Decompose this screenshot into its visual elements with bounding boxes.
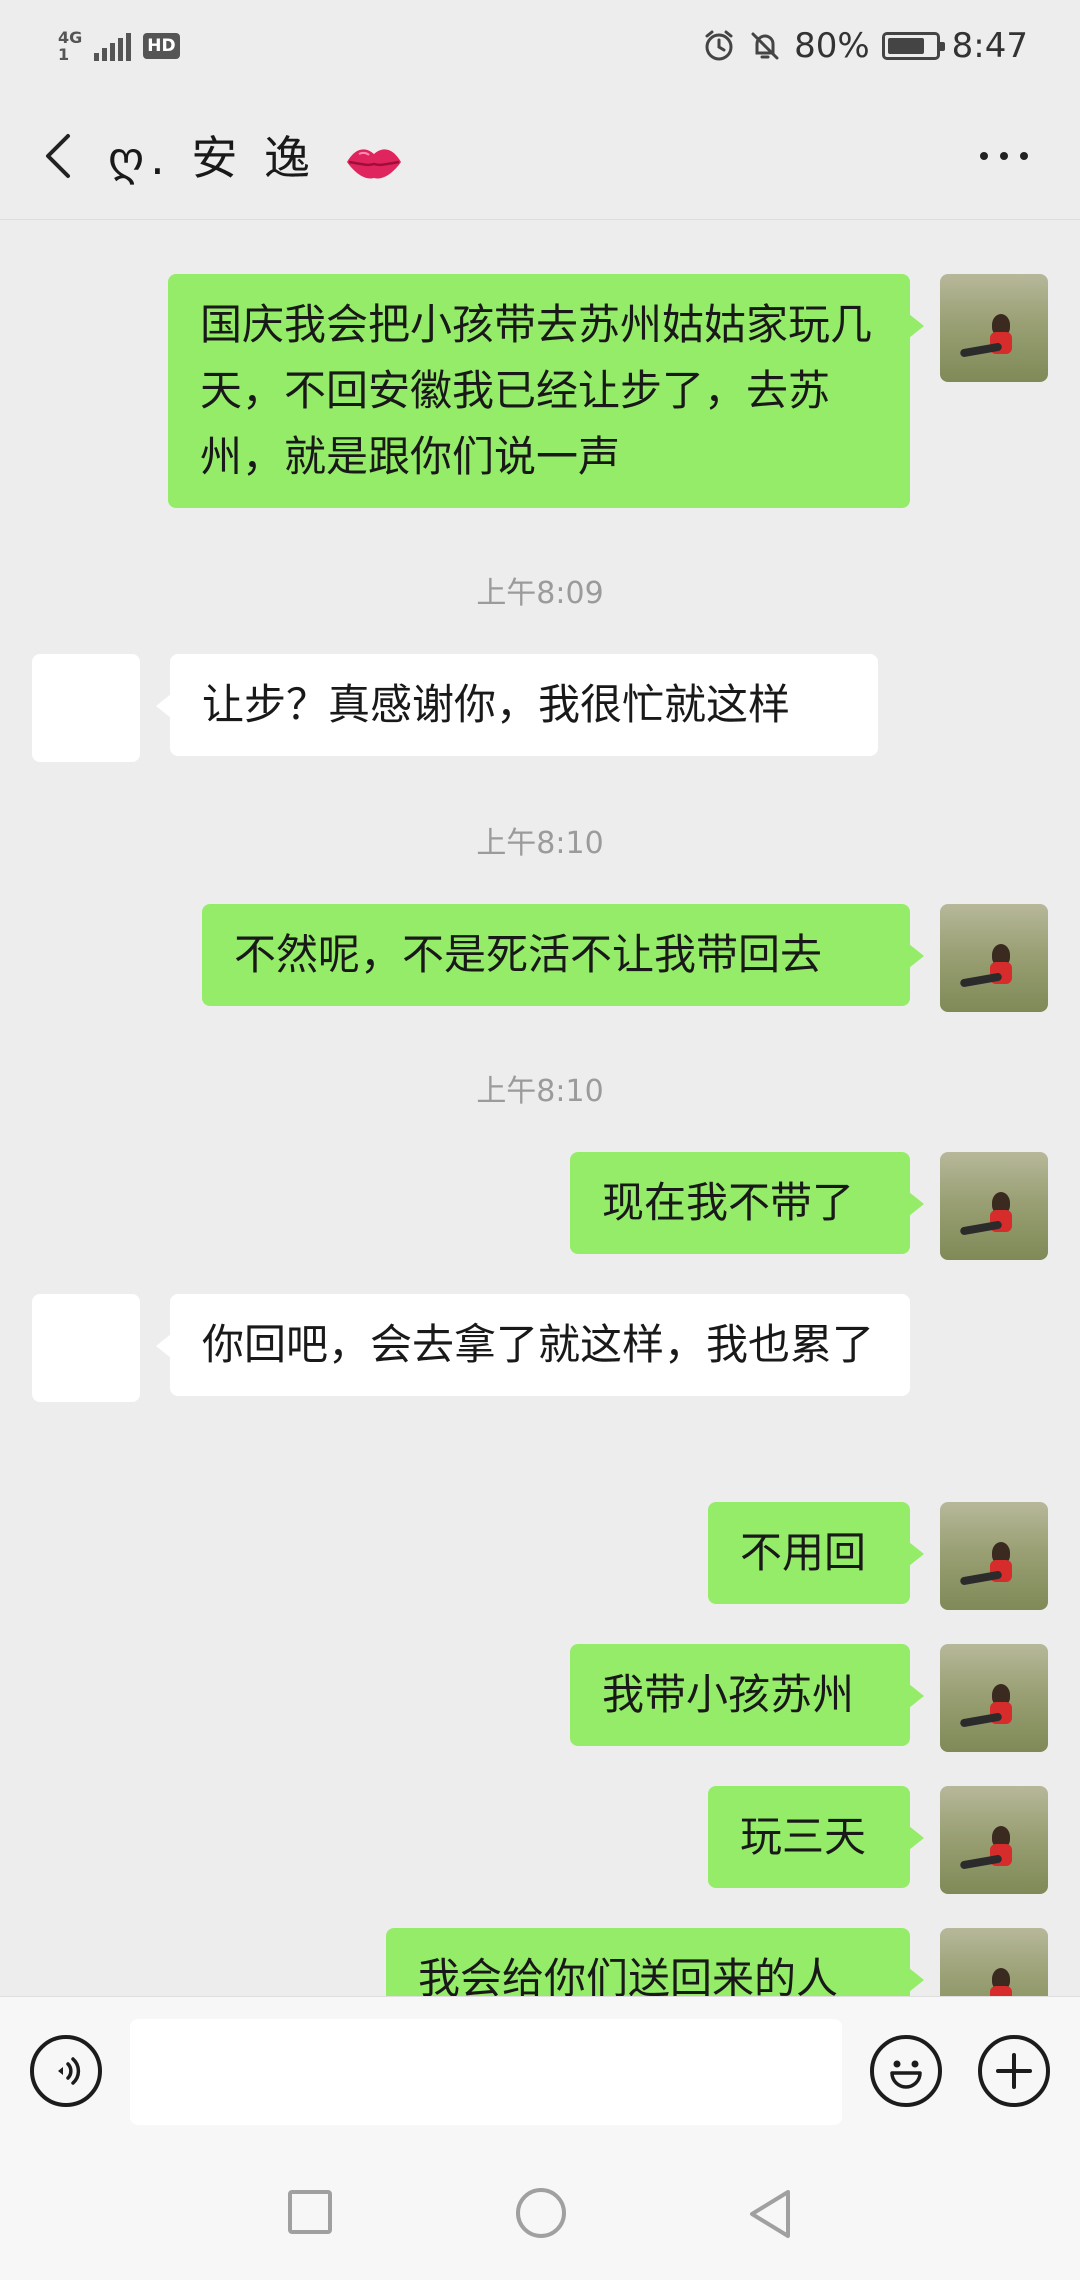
plus-glyph — [996, 2053, 1032, 2089]
contact-avatar[interactable] — [32, 1294, 140, 1402]
self-avatar[interactable] — [940, 1928, 1048, 1996]
hd-badge: HD — [143, 33, 180, 59]
chat-header: ღ. 安 逸 — [0, 92, 1080, 220]
message-bubble-self[interactable]: 现在我不带了 — [570, 1152, 924, 1254]
message-text: 不用回 — [740, 1528, 867, 1577]
message-bubble-self[interactable]: 玩三天 — [708, 1786, 924, 1888]
message-input[interactable] — [130, 2019, 842, 2125]
chevron-left-icon[interactable] — [32, 128, 88, 184]
more-dots-icon[interactable] — [980, 152, 1028, 160]
message-text: 让步？真感谢你，我很忙就这样 — [202, 680, 791, 729]
sim-number: 1 — [58, 45, 70, 64]
status-left: 4G 1 HD — [58, 29, 180, 63]
status-right: 80% 8:47 — [702, 26, 1028, 66]
message-bubble-other[interactable]: 你回吧，会去拿了就这样，我也累了 — [156, 1294, 910, 1396]
signal-icon — [94, 31, 132, 61]
network-indicator: 4G 1 — [58, 29, 82, 63]
system-nav-bar — [0, 2146, 1080, 2280]
message-text: 现在我不带了 — [602, 1178, 855, 1227]
message-text: 国庆我会把小孩带去苏州姑姑家玩几天，不回安徽我已经让步了，去苏州，就是跟你们说一… — [200, 300, 873, 481]
chat-title[interactable]: ღ. 安 逸 — [108, 122, 403, 188]
message-text: 我带小孩苏州 — [602, 1670, 855, 1719]
lips-emoji — [346, 148, 401, 178]
battery-fill — [887, 38, 925, 54]
voice-glyph — [58, 2057, 81, 2085]
status-bar: 4G 1 HD 80% 8:47 — [0, 0, 1080, 92]
timestamp: 上午8:10 — [476, 1074, 604, 1109]
chat-area[interactable]: 国庆我会把小孩带去苏州姑姑家玩几天，不回安徽我已经让步了，去苏州，就是跟你们说一… — [0, 222, 1080, 1996]
message-bubble-self[interactable]: 我带小孩苏州 — [570, 1644, 924, 1746]
emoji-glyph — [890, 2060, 922, 2089]
message-bubble-other[interactable]: 让步？真感谢你，我很忙就这样 — [156, 654, 878, 756]
voice-icon[interactable] — [30, 2035, 102, 2107]
battery-icon — [881, 32, 945, 60]
contact-avatar[interactable] — [32, 654, 140, 762]
self-avatar[interactable] — [940, 1786, 1048, 1894]
timestamp: 上午8:10 — [476, 826, 604, 861]
message-text: 不然呢，不是死活不让我带回去 — [234, 930, 823, 979]
plus-icon[interactable] — [978, 2035, 1050, 2107]
self-avatar[interactable] — [940, 1502, 1048, 1610]
message-bubble-self[interactable]: 不用回 — [708, 1502, 924, 1604]
timestamp: 上午8:09 — [476, 576, 604, 611]
home-icon[interactable] — [516, 2188, 566, 2238]
self-avatar[interactable] — [940, 1644, 1048, 1752]
emoji-icon[interactable] — [870, 2035, 942, 2107]
network-type: 4G — [58, 28, 83, 47]
message-bubble-self[interactable]: 不然呢，不是死活不让我带回去 — [202, 904, 924, 1006]
clock: 8:47 — [951, 26, 1028, 66]
message-text: 你回吧，会去拿了就这样，我也累了 — [202, 1320, 875, 1369]
message-bubble-self[interactable]: 国庆我会把小孩带去苏州姑姑家玩几天，不回安徽我已经让步了，去苏州，就是跟你们说一… — [168, 274, 924, 508]
mute-icon — [751, 32, 779, 60]
self-avatar[interactable] — [940, 274, 1048, 382]
alarm-icon — [705, 30, 733, 61]
battery-percent: 80% — [794, 26, 870, 66]
self-avatar[interactable] — [940, 904, 1048, 1012]
back-icon[interactable] — [746, 2188, 794, 2240]
input-bar — [0, 1996, 1080, 2146]
recent-apps-icon[interactable] — [288, 2190, 332, 2234]
message-bubble-self[interactable]: 我会给你们送回来的人 — [386, 1928, 924, 1996]
message-text: 我会给你们送回来的人 — [418, 1954, 839, 1996]
self-avatar[interactable] — [940, 1152, 1048, 1260]
message-text: 玩三天 — [740, 1812, 867, 1861]
contact-name: ღ. 安 逸 — [108, 131, 317, 185]
